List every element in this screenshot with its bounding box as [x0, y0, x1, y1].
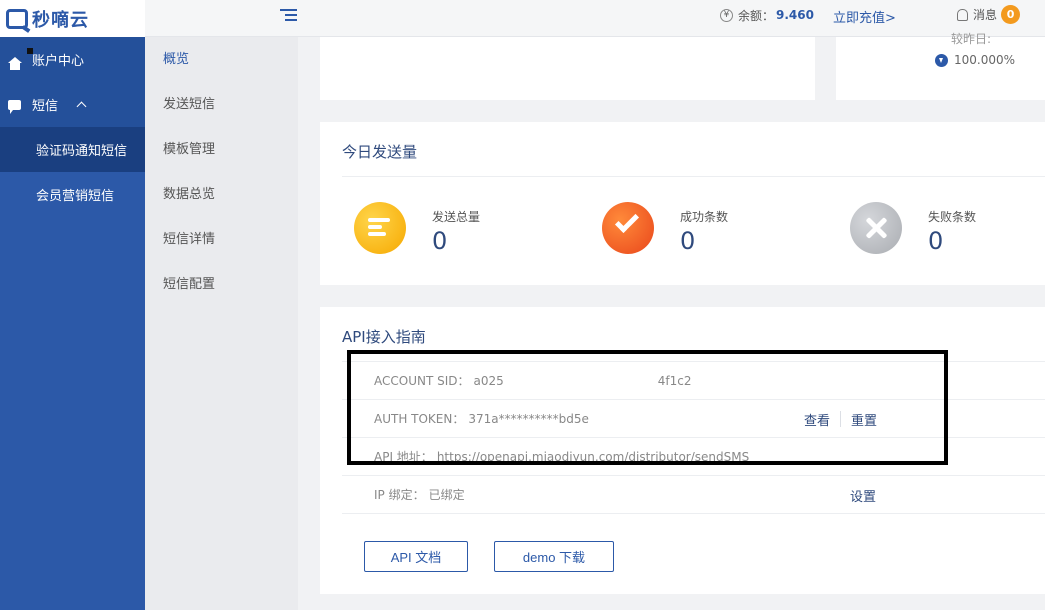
stat-success-count: 成功条数 0 [602, 198, 729, 255]
brand-name: 秒嘀云 [32, 9, 89, 31]
ip-bind-actions: 设置 [850, 476, 876, 514]
sidebar-subitem-label: 会员营销短信 [36, 189, 115, 204]
home-icon [8, 56, 22, 70]
recharge-link[interactable]: 立即充值> [833, 7, 896, 26]
subnav-item-overview[interactable]: 概览 [145, 37, 298, 82]
api-guide-panel: API接入指南 ACCOUNT SID： a025 4f1c2 AUTH TOK… [320, 307, 1045, 594]
sidebar-item-label: 短信 [32, 99, 59, 114]
subnav-item-sms-details[interactable]: 短信详情 [145, 217, 298, 262]
stat-value: 0 [432, 227, 448, 255]
rate-value: 100.000% [954, 53, 1016, 67]
auth-token-label: AUTH TOKEN： [374, 412, 465, 426]
account-sid-prefix: a025 [473, 373, 504, 388]
logo-icon [6, 8, 28, 29]
summary-panel-right [836, 37, 1045, 100]
chat-icon [8, 99, 21, 114]
top-bar: 秒嘀云 ¥ 余额： 9.460 立即充值> 消息 0 [0, 0, 1045, 37]
panel-title: 今日发送量 [342, 143, 418, 161]
balance-display: ¥ 余额： 9.460 [720, 0, 814, 30]
api-url-row: API 地址： https://openapi.miaodiyun.com/di… [342, 438, 1045, 476]
stat-value: 0 [680, 227, 696, 255]
rate-display: 100.000% [935, 53, 1015, 67]
ip-settings-link[interactable]: 设置 [850, 486, 876, 505]
subnav-item-send-sms[interactable]: 发送短信 [145, 82, 298, 127]
sidebar-item-account-center[interactable]: 账户中心 [0, 37, 145, 82]
sidebar: 账户中心 短信 验证码通知短信 会员营销短信 [0, 37, 145, 610]
account-sid-row: ACCOUNT SID： a025 4f1c2 [342, 362, 1045, 400]
arrow-down-icon [935, 53, 948, 67]
summary-panel-left [320, 37, 815, 100]
auth-token-actions: 查看 重置 [804, 400, 877, 438]
stat-label: 成功条数 [680, 210, 729, 224]
brand-logo[interactable]: 秒嘀云 [0, 0, 145, 37]
messages-count-badge: 0 [1001, 5, 1021, 24]
auth-token-value: 371a**********bd5e [468, 411, 589, 426]
api-url-value[interactable]: https://openapi.miaodiyun.com/distributo… [437, 450, 749, 464]
messages-button[interactable]: 消息 0 [957, 5, 1021, 24]
stat-total-sent: 发送总量 0 [354, 198, 481, 255]
messages-label: 消息 [973, 8, 998, 22]
api-doc-button[interactable]: API 文档 [364, 541, 468, 572]
bell-icon [957, 8, 968, 21]
sidebar-subitem-verification-sms[interactable]: 验证码通知短信 [0, 127, 145, 172]
reset-token-link[interactable]: 重置 [851, 410, 877, 429]
list-icon [354, 198, 410, 254]
stat-label: 发送总量 [432, 210, 481, 224]
sidebar-subitem-marketing-sms[interactable]: 会员营销短信 [0, 172, 145, 217]
demo-download-button[interactable]: demo 下载 [494, 541, 614, 572]
stat-label: 失败条数 [928, 210, 977, 224]
panel-title: API接入指南 [342, 328, 426, 346]
divider [342, 176, 1045, 177]
today-send-panel: 今日发送量 发送总量 0 成功条数 0 失败条数 0 [320, 122, 1045, 285]
cursor-marker [27, 48, 33, 54]
redacted-area [503, 375, 654, 386]
balance-value: 9.460 [776, 8, 814, 22]
subnav-item-data-overview[interactable]: 数据总览 [145, 172, 298, 217]
chevron-up-icon [76, 101, 87, 112]
sidebar-item-sms[interactable]: 短信 [0, 82, 145, 127]
subnav-item-sms-config[interactable]: 短信配置 [145, 262, 298, 307]
account-sid-suffix: 4f1c2 [657, 373, 692, 388]
subnav-item-template-management[interactable]: 模板管理 [145, 127, 298, 172]
coin-icon: ¥ [720, 8, 733, 22]
account-sid-label: ACCOUNT SID： [374, 374, 470, 388]
sidebar-subitem-label: 验证码通知短信 [36, 144, 128, 159]
balance-label: 余额： [738, 8, 775, 23]
x-icon [850, 198, 906, 254]
api-url-label: API 地址： [374, 450, 433, 464]
ip-bind-label: IP 绑定： [374, 488, 425, 502]
ip-bind-value: 已绑定 [428, 488, 465, 502]
stat-failure-count: 失败条数 0 [850, 198, 977, 255]
auth-token-row: AUTH TOKEN： 371a**********bd5e 查看 重置 [342, 400, 1045, 438]
stat-value: 0 [928, 227, 944, 255]
check-icon [602, 198, 658, 254]
sidebar-item-label: 账户中心 [32, 54, 85, 69]
ip-bind-row: IP 绑定： 已绑定 设置 [342, 476, 1045, 514]
compare-yesterday-label: 较昨日: [951, 32, 992, 46]
secondary-nav: 概览 发送短信 模板管理 数据总览 短信详情 短信配置 [145, 37, 298, 610]
view-token-link[interactable]: 查看 [804, 410, 830, 429]
collapse-menu-icon[interactable] [280, 9, 297, 24]
